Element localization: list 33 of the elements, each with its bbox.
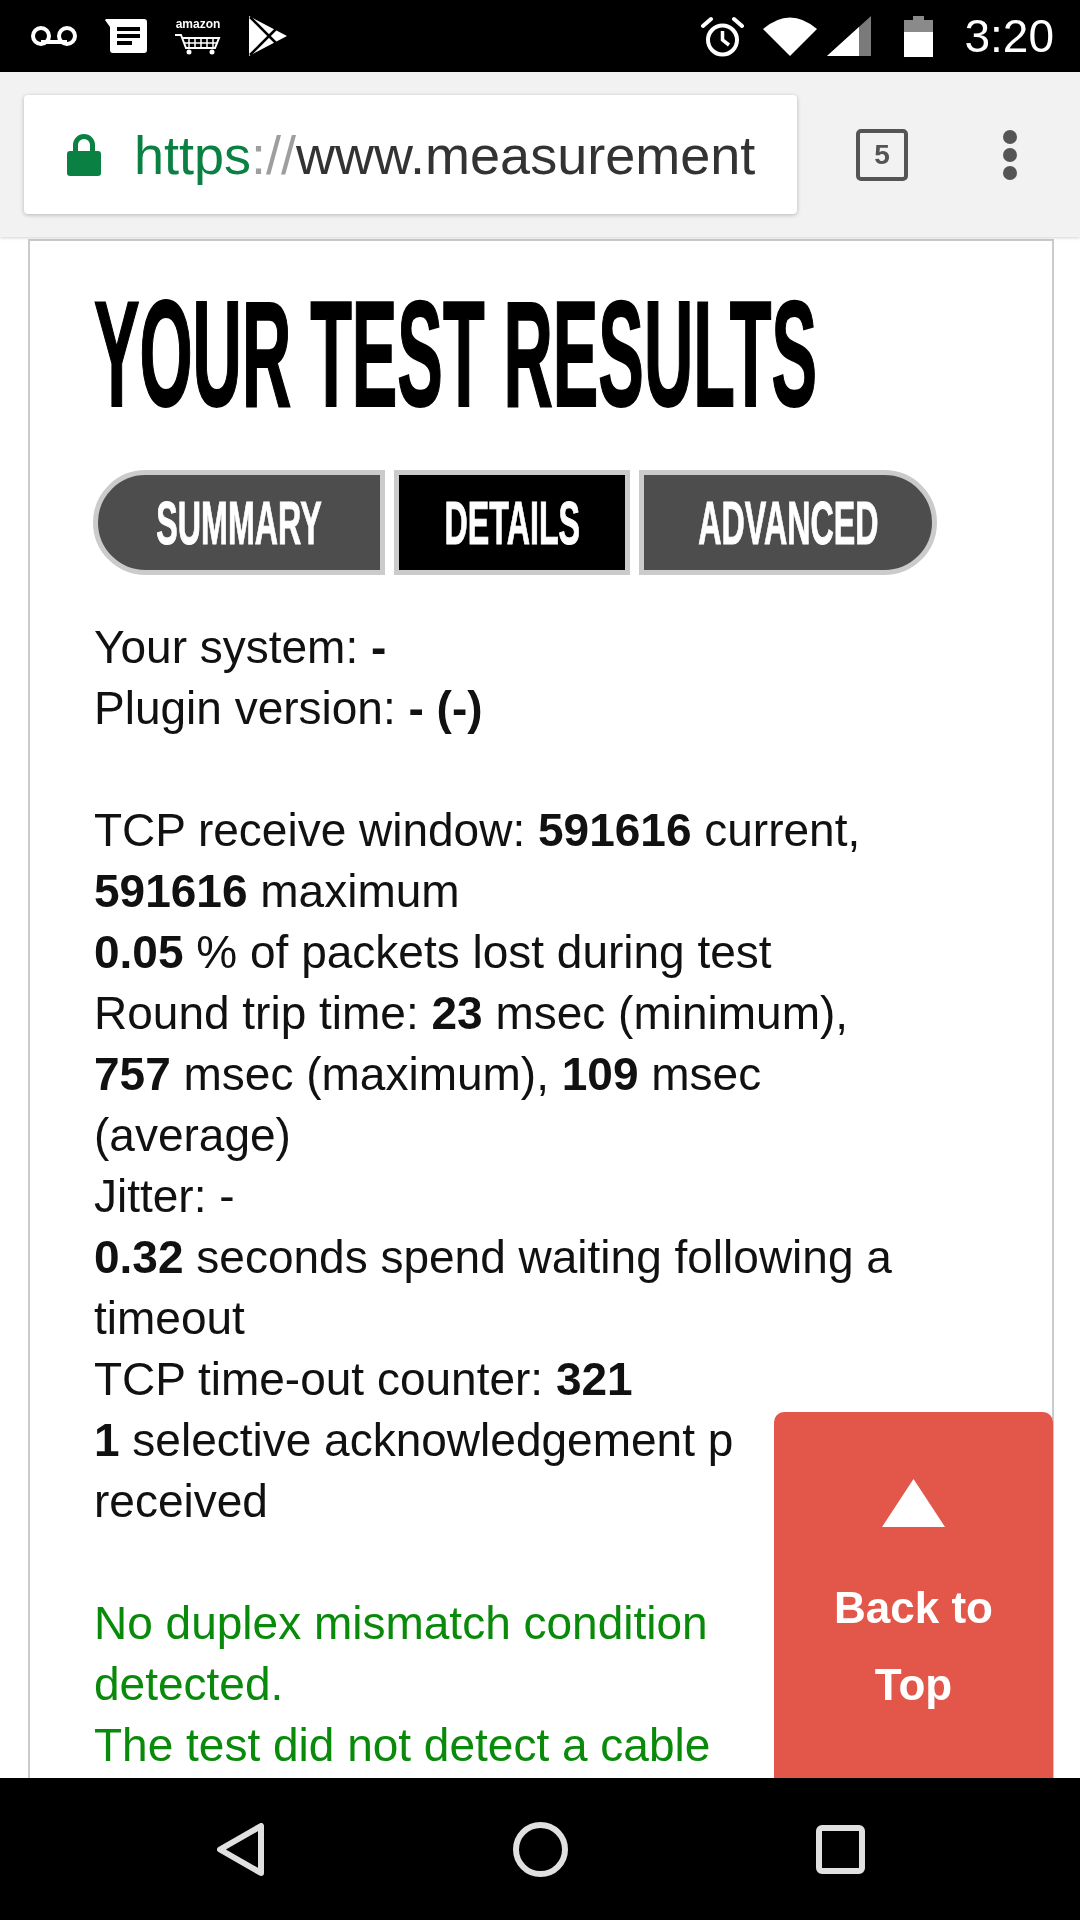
result-text: TCP time-out counter: 321	[94, 1352, 633, 1407]
result-text: 0.32 seconds spend waiting following a timeout	[94, 1230, 893, 1346]
voicemail-icon	[31, 25, 77, 47]
menu-icon[interactable]	[1003, 129, 1017, 180]
system-info-text: Your system: -	[94, 620, 387, 675]
logo-text: amazon	[175, 17, 221, 31]
back-to-top-button[interactable]: Back to Top	[774, 1412, 1053, 1778]
result-text: Jitter: -	[94, 1169, 235, 1224]
back-icon[interactable]	[216, 1822, 264, 1876]
alarm-clock-icon	[701, 15, 745, 57]
diagnostic-text: The test did not detect a cable	[94, 1718, 711, 1773]
result-text: 0.05 % of packets lost during test	[94, 925, 772, 980]
tab-switcher-button[interactable]: 5	[856, 128, 908, 181]
play-icon	[249, 16, 287, 56]
tab[interactable]: ADVANCED	[639, 470, 937, 575]
result-text: 1 selective acknowledgement p received	[94, 1413, 734, 1529]
page-title: YOUR TEST RESULTS	[94, 298, 817, 410]
message-icon	[105, 19, 147, 53]
result-text: TCP receive window: 591616 current, 591616 maximum	[94, 803, 862, 919]
tab[interactable]: SUMMARY	[93, 470, 385, 575]
recents-icon[interactable]	[815, 1824, 865, 1874]
battery-icon	[904, 15, 934, 57]
status-time: 3:20	[964, 13, 1054, 59]
tab[interactable]: DETAILS	[394, 470, 630, 575]
up-triangle-icon	[882, 1479, 945, 1527]
signal-icon	[827, 16, 872, 56]
wifi-icon	[763, 16, 818, 56]
result-text: Round trip time: 23 msec (minimum), 757 msec (maximum), 109 msec (average)	[94, 986, 850, 1163]
address-bar[interactable]: https://www.measurement	[24, 95, 797, 214]
system-info-text: Plugin version: - (-)	[94, 681, 483, 736]
home-icon[interactable]	[512, 1821, 568, 1877]
cart-icon	[175, 33, 221, 55]
diagnostic-text: No duplex mismatch condition detected.	[94, 1596, 708, 1712]
